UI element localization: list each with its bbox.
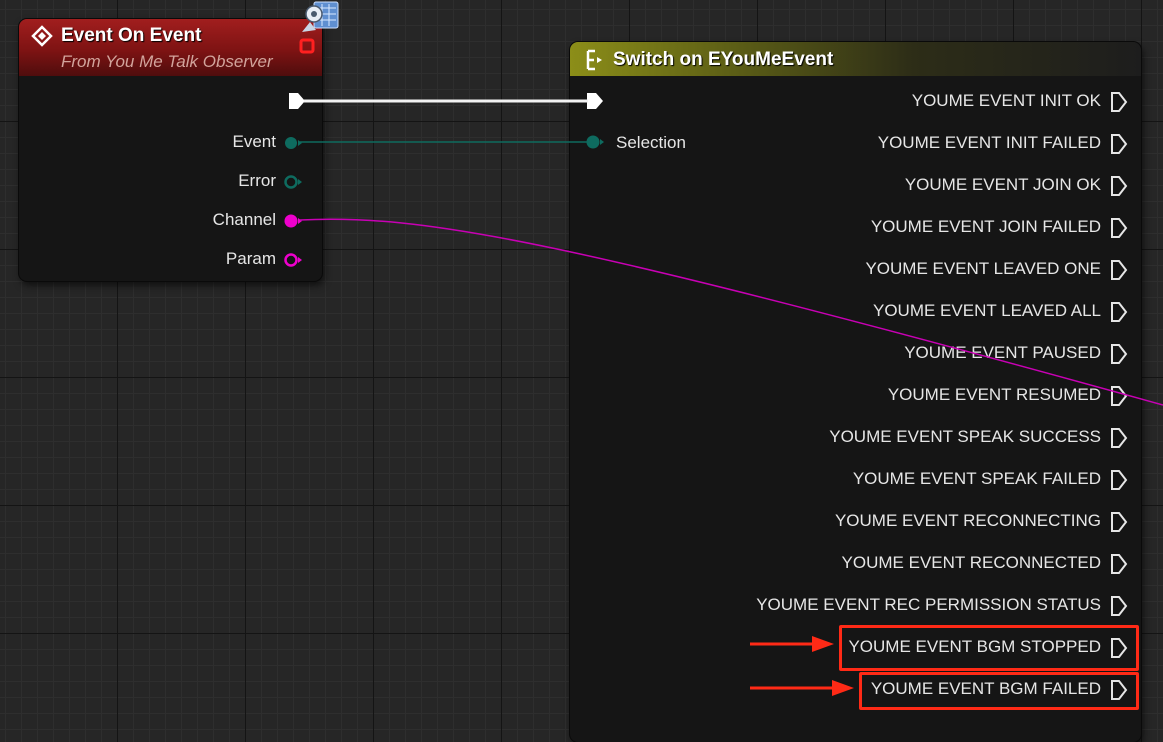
param-pin-icon[interactable] [283, 252, 303, 268]
exec-out-pin-icon[interactable] [1109, 469, 1129, 491]
switch-icon [586, 49, 602, 71]
switch-output-row[interactable]: YOUME EVENT REC PERMISSION STATUS [731, 594, 1131, 618]
red-arrow-icon [750, 636, 834, 652]
exec-out-pin-icon[interactable] [1109, 427, 1129, 449]
switch-node-header[interactable]: Switch on EYouMeEvent [570, 42, 1141, 76]
exec-out-pin-icon[interactable] [1109, 301, 1129, 323]
channel-pin-label: Channel [212, 210, 276, 229]
source-badge-icon [302, 1, 339, 32]
switch-output-row[interactable]: YOUME EVENT RECONNECTED [731, 552, 1131, 576]
exec-out-pin-icon[interactable] [1109, 343, 1129, 365]
switch-output-row[interactable]: YOUME EVENT INIT FAILED [731, 132, 1131, 156]
switch-output-label: YOUME EVENT JOIN FAILED [870, 217, 1101, 236]
switch-output-label: YOUME EVENT INIT FAILED [877, 133, 1101, 152]
switch-output-label: YOUME EVENT RECONNECTED [841, 553, 1101, 572]
exec-out-pin-icon[interactable] [1109, 553, 1129, 575]
switch-output-row[interactable]: YOUME EVENT PAUSED [731, 342, 1131, 366]
switch-output-row[interactable]: YOUME EVENT SPEAK FAILED [731, 468, 1131, 492]
switch-output-row[interactable]: YOUME EVENT LEAVED ONE [731, 258, 1131, 282]
exec-in-pin-icon[interactable] [585, 91, 605, 111]
channel-pin-icon[interactable] [283, 213, 303, 229]
exec-out-pin-icon[interactable] [1109, 511, 1129, 533]
switch-output-label: YOUME EVENT LEAVED ONE [865, 259, 1101, 278]
switch-output-row[interactable]: YOUME EVENT SPEAK SUCCESS [731, 426, 1131, 450]
switch-output-label: YOUME EVENT RECONNECTING [834, 511, 1101, 530]
switch-output-label: YOUME EVENT RESUMED [887, 385, 1101, 404]
selection-pin-icon[interactable] [585, 134, 605, 150]
event-node-header[interactable]: Event On Event From You Me Talk Observer [19, 19, 322, 76]
highlight-box-bgm-stopped [839, 625, 1139, 671]
param-pin-label: Param [225, 249, 276, 268]
exec-out-pin-icon[interactable] [1109, 217, 1129, 239]
event-node-subtitle: From You Me Talk Observer [61, 52, 273, 71]
switch-node-title: Switch on EYouMeEvent [613, 49, 834, 70]
switch-output-label: YOUME EVENT REC PERMISSION STATUS [756, 595, 1101, 614]
switch-output-row[interactable]: YOUME EVENT RESUMED [731, 384, 1131, 408]
switch-output-row[interactable]: YOUME EVENT JOIN OK [731, 174, 1131, 198]
exec-out-pin-icon[interactable] [1109, 385, 1129, 407]
switch-output-label: YOUME EVENT SPEAK FAILED [852, 469, 1101, 488]
switch-output-label: YOUME EVENT JOIN OK [904, 175, 1101, 194]
selection-pin-label: Selection [616, 133, 686, 152]
error-pin-icon[interactable] [283, 174, 303, 190]
delegate-pin-icon[interactable] [299, 38, 315, 54]
event-diamond-icon [31, 25, 53, 47]
event-node-title: Event On Event [61, 25, 202, 46]
event-pin-label: Event [232, 132, 276, 151]
exec-out-pin-icon[interactable] [287, 91, 307, 111]
switch-output-row[interactable]: YOUME EVENT JOIN FAILED [731, 216, 1131, 240]
switch-output-label: YOUME EVENT LEAVED ALL [872, 301, 1101, 320]
event-pin-icon[interactable] [283, 135, 303, 151]
switch-output-label: YOUME EVENT SPEAK SUCCESS [829, 427, 1101, 446]
switch-output-label: YOUME EVENT PAUSED [904, 343, 1101, 362]
switch-output-label: YOUME EVENT INIT OK [911, 91, 1101, 110]
exec-out-pin-icon[interactable] [1109, 133, 1129, 155]
switch-output-row[interactable]: YOUME EVENT RECONNECTING [731, 510, 1131, 534]
switch-output-row[interactable]: YOUME EVENT INIT OK [731, 90, 1131, 114]
error-pin-label: Error [238, 171, 276, 190]
switch-output-row[interactable]: YOUME EVENT LEAVED ALL [731, 300, 1131, 324]
exec-out-pin-icon[interactable] [1109, 175, 1129, 197]
event-on-event-node[interactable]: Event On Event From You Me Talk Observer… [19, 19, 322, 281]
red-arrow-icon [750, 680, 854, 696]
exec-out-pin-icon[interactable] [1109, 595, 1129, 617]
exec-out-pin-icon[interactable] [1109, 259, 1129, 281]
highlight-box-bgm-failed [859, 672, 1139, 710]
exec-out-pin-icon[interactable] [1109, 91, 1129, 113]
